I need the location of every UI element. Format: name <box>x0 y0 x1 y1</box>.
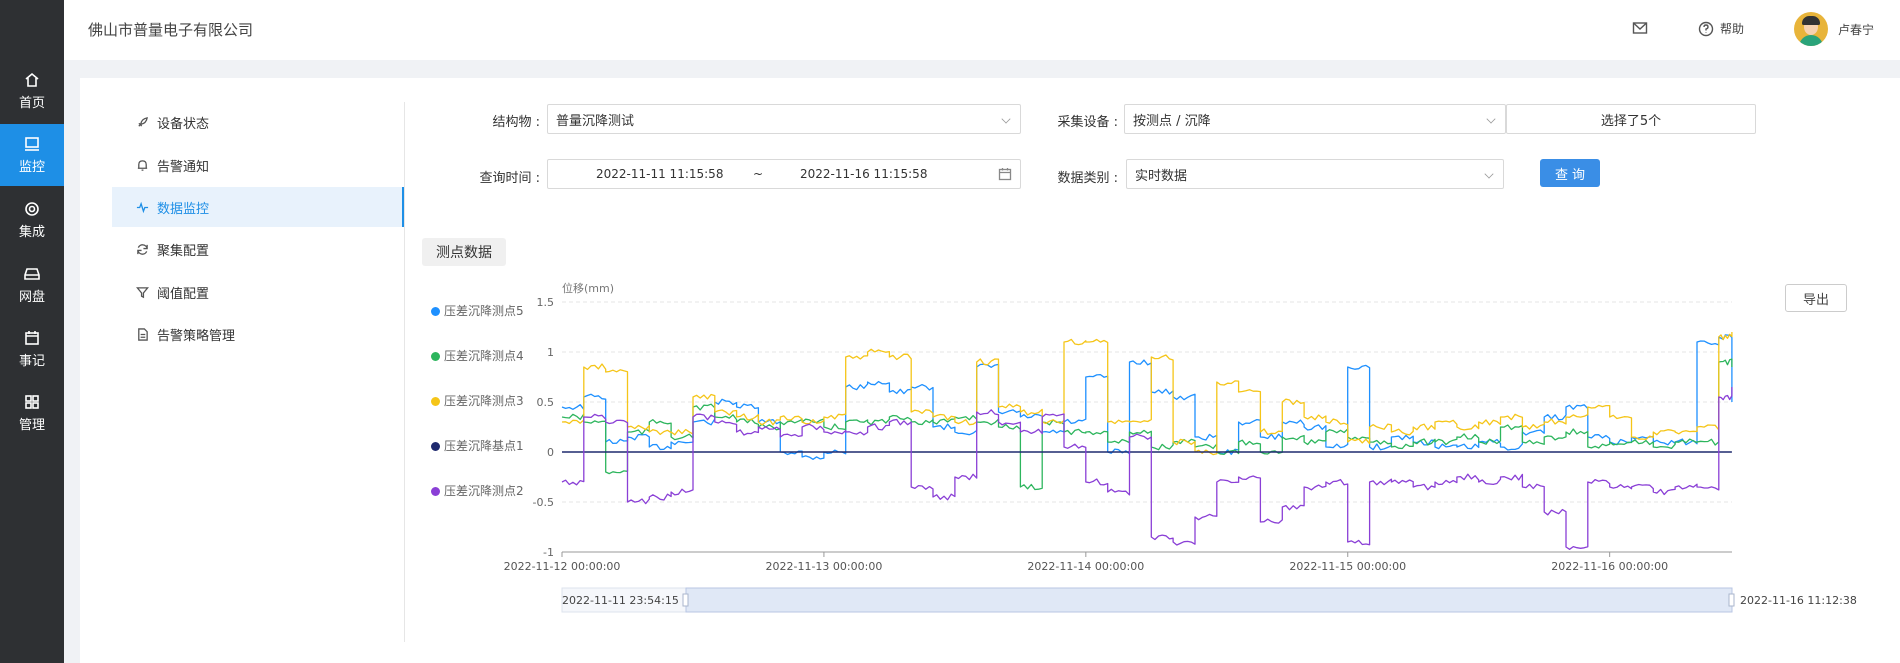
y-tick-label: 1.5 <box>537 296 555 309</box>
series-line-3 <box>561 332 1733 456</box>
zoom-window <box>685 587 1733 613</box>
x-tick-label: 2022-11-15 00:00:00 <box>1289 560 1406 573</box>
series-line-5 <box>561 387 1733 550</box>
y-tick-label: 0 <box>547 446 554 459</box>
y-tick-label: -0.5 <box>533 496 554 509</box>
y-tick-label: -1 <box>543 546 554 559</box>
displacement-chart: 1.5 1 0.5 0 -0.5 -12022-11-12 00:00:00 2022-11… <box>504 281 1857 613</box>
zoom-end-label: 2022-11-16 11:12:38 <box>1740 594 1857 607</box>
y-tick-label: 1 <box>547 346 554 359</box>
y-axis-label: 位移(mm) <box>562 281 614 295</box>
zoom-handle-right <box>1728 593 1735 607</box>
series-line-2 <box>561 358 1733 491</box>
x-tick-label: 2022-11-14 00:00:00 <box>1027 560 1144 573</box>
x-tick-label: 2022-11-16 00:00:00 <box>1551 560 1668 573</box>
zoom-handle-left <box>682 593 689 607</box>
zoom-start-label: 2022-11-11 23:54:15 <box>562 594 679 607</box>
x-tick-label: 2022-11-13 00:00:00 <box>766 560 883 573</box>
x-tick-label: 2022-11-12 00:00:00 <box>504 560 621 573</box>
y-tick-label: 0.5 <box>537 396 555 409</box>
series-line-1 <box>561 334 1733 460</box>
